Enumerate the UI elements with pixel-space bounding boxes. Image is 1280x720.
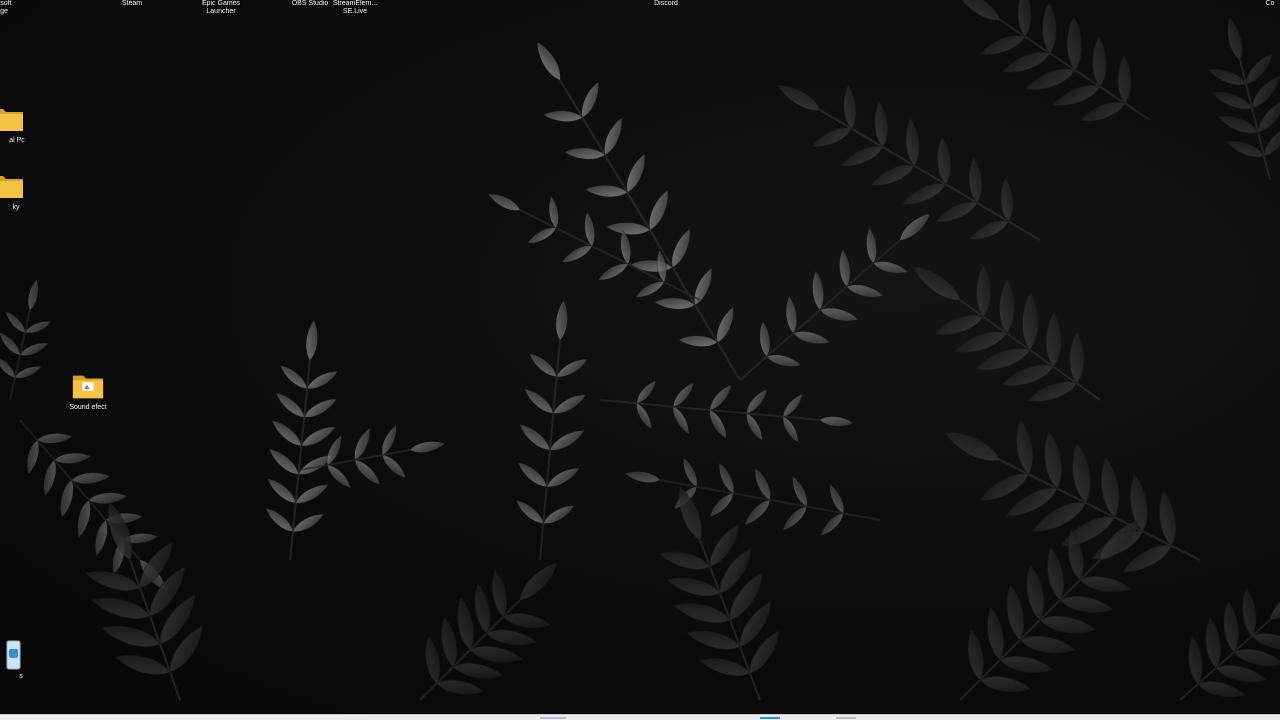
taskbar-app-indicator[interactable] [540,717,566,719]
desktop[interactable]: osoft ge Steam Epic Games Launcher OBS S… [0,0,1280,720]
desktop-icon-label: Epic Games Launcher [201,0,241,15]
desktop-icon-folder-al-pc[interactable]: al Pc [0,104,46,145]
folder-icon [71,371,105,401]
taskbar-app-indicator[interactable] [760,717,780,719]
wallpaper-foliage [0,0,1280,703]
desktop-icon-label: Discord [654,0,678,7]
desktop-icon-discord[interactable]: Discord [628,0,704,8]
desktop-icon-label: ky [12,204,20,211]
taskbar[interactable] [0,714,1280,720]
desktop-icon-label: Co [1265,0,1275,7]
desktop-icon-streamelements[interactable]: StreamElem... SE.Live [317,0,393,16]
desktop-icon-label: al Pc [9,137,25,144]
folder-icon [0,104,25,134]
folder-icon [0,171,25,201]
desktop-icon-folder-ky[interactable]: ky [0,171,46,212]
recycle-bin-icon [0,640,23,670]
desktop-icon-recycle-bin[interactable]: s [0,640,44,681]
desktop-icon-label: s [19,673,23,680]
desktop-icon-label: osoft ge [0,0,12,15]
desktop-icon-steam[interactable]: Steam [94,0,170,8]
desktop-icon-label: Sound efect [69,404,107,411]
desktop-icon-co[interactable]: Co [1250,0,1280,8]
taskbar-app-indicator[interactable] [836,717,856,719]
desktop-icon-label: StreamElem... SE.Live [332,0,378,15]
desktop-icon-label: Steam [121,0,143,7]
desktop-icon-epic-games[interactable]: Epic Games Launcher [183,0,259,16]
desktop-icon-edge[interactable]: osoft ge [0,0,42,16]
desktop-icon-folder-sound-efect[interactable]: Sound efect [50,371,126,412]
